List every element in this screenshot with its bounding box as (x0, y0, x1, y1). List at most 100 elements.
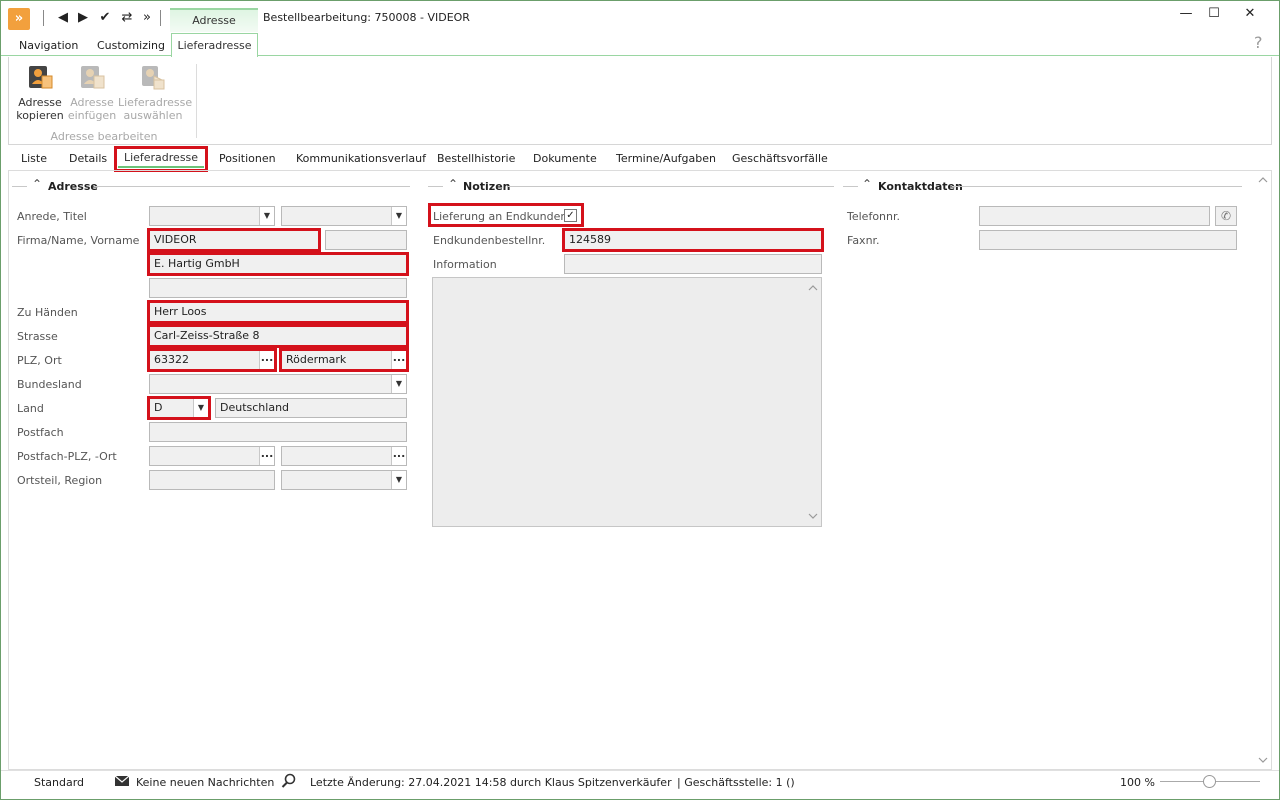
label-anrede: Anrede, Titel (17, 210, 87, 223)
tab-kommunikationsverlauf[interactable]: Kommunikationsverlauf (296, 152, 426, 165)
maximize-button[interactable]: ☐ (1200, 4, 1228, 24)
ribbon-button-label: Adresse (70, 96, 114, 109)
telefonnr-input[interactable] (979, 206, 1210, 226)
label-bundesland: Bundesland (17, 378, 82, 391)
anrede-select[interactable]: ▼ (149, 206, 275, 226)
section-header-kontaktdaten: Kontaktdaten (878, 180, 963, 193)
information-input[interactable] (564, 254, 822, 274)
highlight-box (428, 203, 584, 227)
notes-textarea[interactable] (432, 277, 822, 527)
address-select-icon (138, 62, 168, 92)
dropdown-arrow-icon[interactable]: ▼ (391, 207, 406, 225)
highlight-box (147, 300, 409, 324)
firma3-input[interactable] (149, 278, 407, 298)
status-profile[interactable]: Standard (34, 776, 84, 789)
ribbon-group-separator (196, 64, 197, 138)
label-faxnr: Faxnr. (847, 234, 880, 247)
tab-bestellhistorie[interactable]: Bestellhistorie (437, 152, 515, 165)
section-divider (952, 186, 1242, 187)
section-divider (508, 186, 834, 187)
dropdown-arrow-icon[interactable]: ▼ (259, 207, 274, 225)
highlight-box (279, 348, 409, 372)
label-postfach-plz: Postfach-PLZ, -Ort (17, 450, 117, 463)
more-icon[interactable]: » (138, 9, 156, 27)
vorname-input[interactable] (325, 230, 407, 250)
highlight-box (147, 396, 211, 420)
ellipsis-icon[interactable]: ... (259, 447, 274, 465)
section-header-adresse: Adresse (48, 180, 98, 193)
ribbon-tab-navigation[interactable]: Navigation (19, 39, 78, 52)
dropdown-arrow-icon[interactable]: ▼ (391, 375, 406, 393)
help-icon[interactable]: ? (1254, 33, 1263, 52)
postfach-plz-input[interactable]: ... (149, 446, 275, 466)
window-title: Bestellbearbeitung: 750008 - VIDEOR (263, 11, 470, 24)
search-icon[interactable] (281, 773, 297, 792)
status-messages[interactable]: Keine neuen Nachrichten (136, 776, 274, 789)
paste-address-button[interactable]: Adresse einfügen (66, 62, 118, 122)
label-zu-haenden: Zu Händen (17, 306, 78, 319)
titel-select[interactable]: ▼ (281, 206, 407, 226)
label-strasse: Strasse (17, 330, 58, 343)
section-divider (843, 186, 858, 187)
checkmark-icon[interactable]: ✔ (96, 9, 114, 27)
main-scrollbar[interactable] (1256, 172, 1270, 768)
tab-dokumente[interactable]: Dokumente (533, 152, 597, 165)
tab-liste[interactable]: Liste (21, 152, 47, 165)
chevron-up-icon[interactable]: ⌃ (32, 177, 42, 191)
label-land: Land (17, 402, 44, 415)
tab-details[interactable]: Details (69, 152, 107, 165)
ribbon-button-label: auswählen (123, 109, 183, 122)
chevron-up-icon[interactable]: ⌃ (448, 177, 458, 191)
ribbon-group-label: Adresse bearbeiten (50, 130, 158, 143)
minimize-button[interactable]: — (1172, 4, 1200, 24)
zoom-slider-thumb[interactable] (1203, 775, 1216, 788)
separator (160, 10, 161, 26)
ellipsis-icon[interactable]: ... (391, 447, 406, 465)
highlight-box (562, 228, 824, 252)
highlight-box (147, 252, 409, 276)
label-telefonnr: Telefonnr. (847, 210, 900, 223)
section-divider (94, 186, 410, 187)
postfach-input[interactable] (149, 422, 407, 442)
label-postfach: Postfach (17, 426, 64, 439)
label-information: Information (433, 258, 497, 271)
context-tab-group-header: Adresse (170, 8, 258, 32)
postfach-ort-input[interactable]: ... (281, 446, 407, 466)
ribbon-button-label: Adresse (18, 96, 62, 109)
label-plz-ort: PLZ, Ort (17, 354, 62, 367)
dropdown-arrow-icon[interactable]: ▼ (391, 471, 406, 489)
chevron-up-icon[interactable]: ⌃ (862, 177, 872, 191)
ribbon-tab-lieferadresse[interactable]: Lieferadresse (171, 33, 258, 57)
ribbon-panel (8, 57, 1272, 145)
separator (43, 10, 44, 26)
faxnr-input[interactable] (979, 230, 1237, 250)
phone-icon[interactable]: ✆ (1215, 206, 1237, 226)
highlight-box (147, 228, 321, 252)
ribbon-button-label: einfügen (67, 109, 117, 122)
status-last-change: Letzte Änderung: 27.04.2021 14:58 durch … (310, 776, 672, 789)
back-arrow-icon[interactable]: ◀ (54, 9, 72, 27)
tab-positionen[interactable]: Positionen (219, 152, 276, 165)
bundesland-select[interactable]: ▼ (149, 374, 407, 394)
highlight-box (147, 324, 409, 348)
region-select[interactable]: ▼ (281, 470, 407, 490)
tab-geschaeftsvorfaelle[interactable]: Geschäftsvorfälle (732, 152, 828, 165)
notes-scrollbar[interactable] (806, 280, 820, 524)
section-header-notizen: Notizen (463, 180, 511, 193)
app-logo-icon[interactable]: » (8, 8, 30, 30)
section-divider (428, 186, 443, 187)
transfer-icon[interactable]: ⇄ (118, 9, 136, 27)
ortsteil-input[interactable] (149, 470, 275, 490)
forward-arrow-icon[interactable]: ▶ (74, 9, 92, 27)
highlight-box (114, 146, 208, 172)
close-button[interactable]: ✕ (1236, 4, 1264, 24)
address-copy-icon (25, 62, 55, 92)
ribbon-tab-customizing[interactable]: Customizing (97, 39, 165, 52)
mail-icon (114, 774, 130, 791)
label-firma: Firma/Name, Vorname (17, 234, 140, 247)
highlight-box (147, 348, 277, 372)
select-delivery-address-button[interactable]: Lieferadresse auswählen (118, 62, 192, 122)
tab-termine[interactable]: Termine/Aufgaben (616, 152, 716, 165)
land-name-input[interactable]: Deutschland (215, 398, 407, 418)
copy-address-button[interactable]: Adresse kopieren (14, 62, 66, 122)
